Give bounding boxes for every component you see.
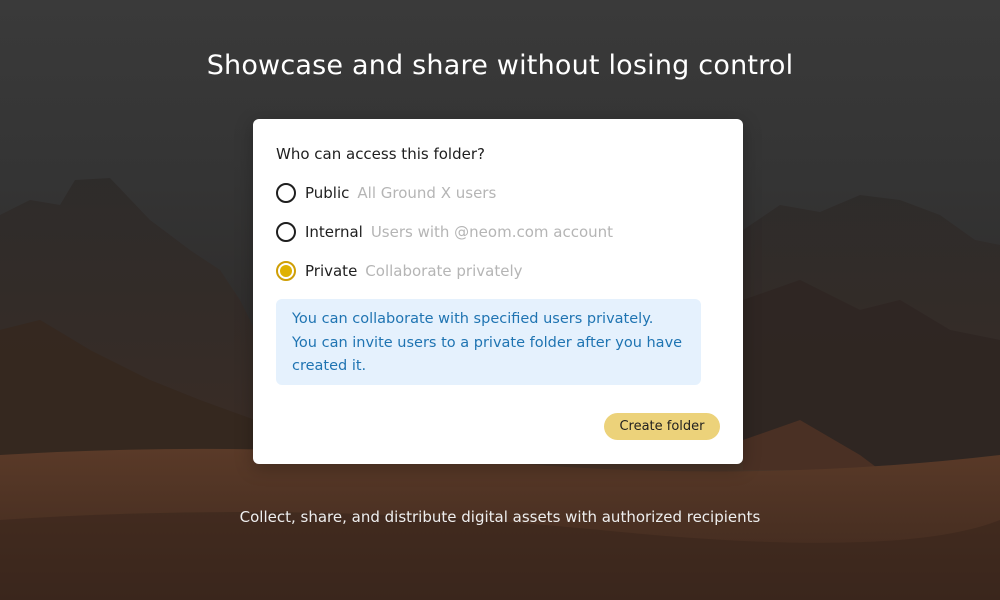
page-tagline: Collect, share, and distribute digital a… <box>239 508 761 526</box>
info-line: created it. <box>292 358 367 374</box>
folder-access-dialog: Who can access this folder? Public All G… <box>253 119 743 464</box>
info-line: You can invite users to a private folder… <box>292 334 683 351</box>
info-line: You can collaborate with specified users… <box>292 311 654 327</box>
option-internal-description: Users with @neom.com account <box>370 223 614 241</box>
access-question: Who can access this folder? <box>276 145 485 163</box>
internal-radio-button[interactable] <box>276 222 296 242</box>
option-internal-label: Internal <box>305 223 363 241</box>
option-private-description: Collaborate privately <box>365 262 523 280</box>
option-private-label: Private <box>305 262 358 280</box>
private-info-box: You can collaborate with specified users… <box>276 299 701 385</box>
option-public-description: All Ground X users <box>357 184 497 202</box>
option-private[interactable]: Private Collaborate privately <box>276 258 523 284</box>
private-radio-button[interactable] <box>276 261 296 281</box>
page-headline: Showcase and share without losing contro… <box>206 50 794 81</box>
landing-screen: Showcase and share without losing contro… <box>0 0 1000 600</box>
option-public-label: Public <box>305 184 350 202</box>
option-internal[interactable]: Internal Users with @neom.com account <box>276 219 613 245</box>
option-public[interactable]: Public All Ground X users <box>276 180 496 206</box>
create-folder-button[interactable]: Create folder <box>604 413 720 440</box>
public-radio-button[interactable] <box>276 183 296 203</box>
